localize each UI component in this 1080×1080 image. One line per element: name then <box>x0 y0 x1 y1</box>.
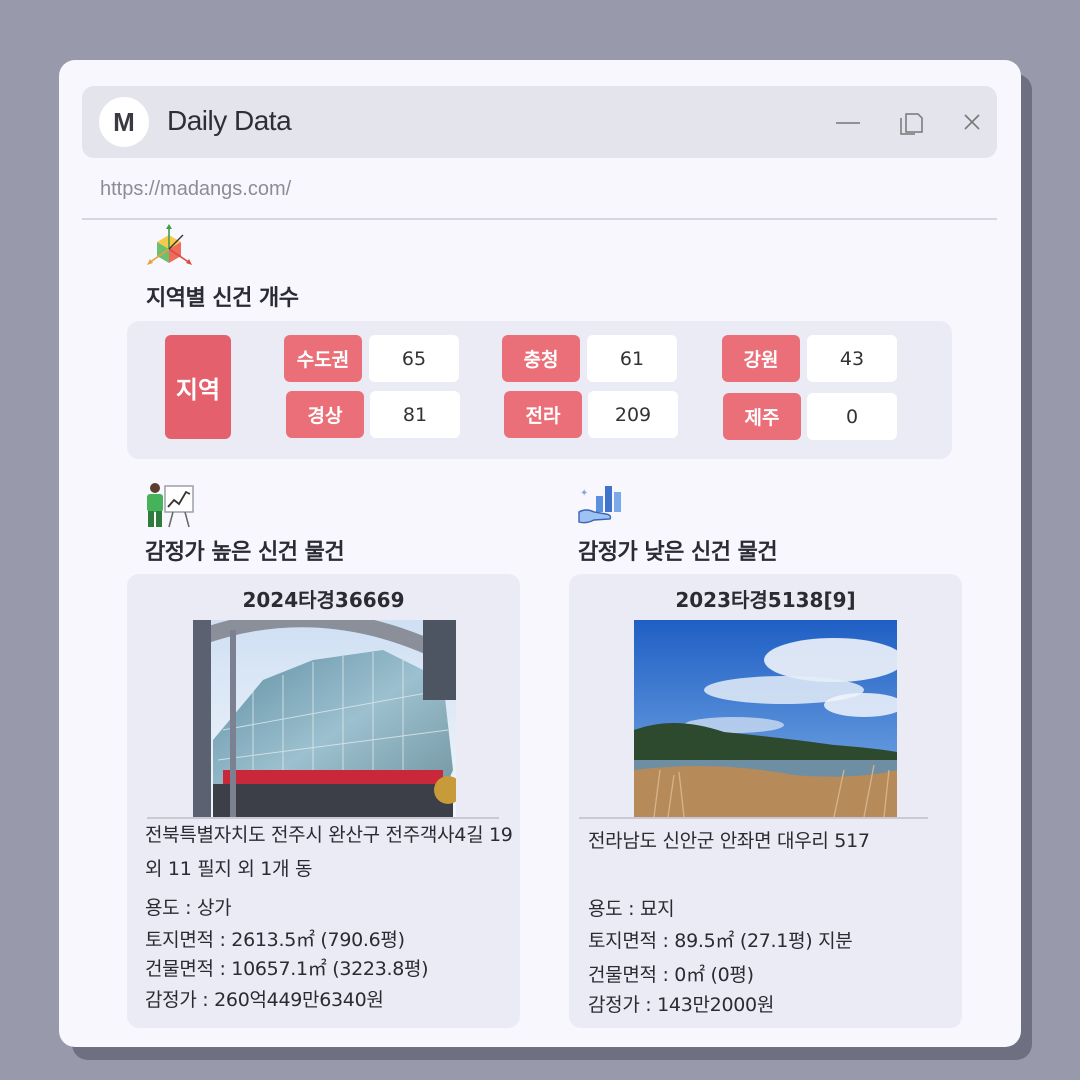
high-land-area: 토지면적 : 2613.5㎡ (790.6평) <box>145 929 405 951</box>
region-tag-sudogwon: 수도권 <box>284 335 362 382</box>
region-count-jeolla: 209 <box>588 391 678 438</box>
minimize-button[interactable] <box>832 106 864 138</box>
region-count-gyeongsang: 81 <box>370 391 460 438</box>
high-section-title: 감정가 높은 신건 물건 <box>145 540 345 565</box>
address-url[interactable]: https://madangs.com/ <box>100 178 291 201</box>
high-appraisal: 감정가 : 260억449만6340원 <box>145 989 384 1011</box>
region-count-sudogwon: 65 <box>369 335 459 382</box>
svg-text:✦: ✦ <box>580 488 588 499</box>
app-logo: M <box>99 97 149 147</box>
cube-axes-icon <box>147 224 192 265</box>
high-use: 용도 : 상가 <box>145 897 232 919</box>
high-address: 전북특별자치도 전주시 완산구 전주객사4길 19 외 11 필지 외 1개 동 <box>145 824 513 880</box>
app-title: Daily Data <box>167 105 292 136</box>
low-land-area: 토지면적 : 89.5㎡ (27.1평) 지분 <box>588 930 853 952</box>
app-window: M Daily Data https://madangs.com/ 지역별 신건… <box>59 60 1021 1047</box>
region-count-jeju: 0 <box>807 393 897 440</box>
low-photo-divider <box>579 817 928 819</box>
low-appraisal: 감정가 : 143만2000원 <box>588 994 774 1016</box>
lake-photo <box>634 620 897 817</box>
copy-window-icon <box>900 113 923 135</box>
region-section-title: 지역별 신건 개수 <box>146 286 299 311</box>
low-use: 용도 : 묘지 <box>588 898 675 920</box>
high-case-number[interactable]: 2024타경36669 <box>127 584 520 613</box>
high-building-area: 건물면적 : 10657.1㎡ (3223.8평) <box>145 958 429 980</box>
url-divider <box>82 218 997 220</box>
low-building-area: 건물면적 : 0㎡ (0평) <box>588 964 754 986</box>
region-tag-jeju: 제주 <box>723 393 801 440</box>
region-label: 지역 <box>165 335 231 439</box>
low-address: 전라남도 신안군 안좌면 대우리 517 <box>588 830 870 852</box>
region-tag-chungcheong: 충청 <box>502 335 580 382</box>
hand-bar-chart-icon: ✦ <box>578 486 621 524</box>
low-property-card[interactable]: 2023타경5138[9] 전라남도 신안군 안좌면 대우리 517 용도: … <box>569 574 962 1028</box>
region-count-gangwon: 43 <box>807 335 897 382</box>
region-count-panel: 지역 수도권 65 충청 61 강원 43 경상 81 전라 209 제주 0 <box>127 321 952 459</box>
region-tag-gangwon: 강원 <box>722 335 800 382</box>
minimize-icon <box>836 122 860 124</box>
region-tag-jeolla: 전라 <box>504 391 582 438</box>
low-section-title: 감정가 낮은 신건 물건 <box>578 540 778 565</box>
region-count-chungcheong: 61 <box>587 335 677 382</box>
region-tag-gyeongsang: 경상 <box>286 391 364 438</box>
low-case-number[interactable]: 2023타경5138[9] <box>569 584 962 613</box>
high-property-card[interactable]: 2024타경36669 전북특별자치도 전주시 완산구 전주객사4길 19 외 … <box>127 574 520 1028</box>
restore-button[interactable] <box>895 106 927 138</box>
low-property-photo[interactable] <box>634 620 897 817</box>
high-property-photo[interactable] <box>193 620 456 817</box>
building-photo <box>193 620 456 817</box>
presentation-chart-icon <box>147 483 194 528</box>
close-button[interactable] <box>956 106 988 138</box>
title-bar[interactable]: M Daily Data <box>82 86 997 158</box>
close-icon <box>964 114 980 130</box>
